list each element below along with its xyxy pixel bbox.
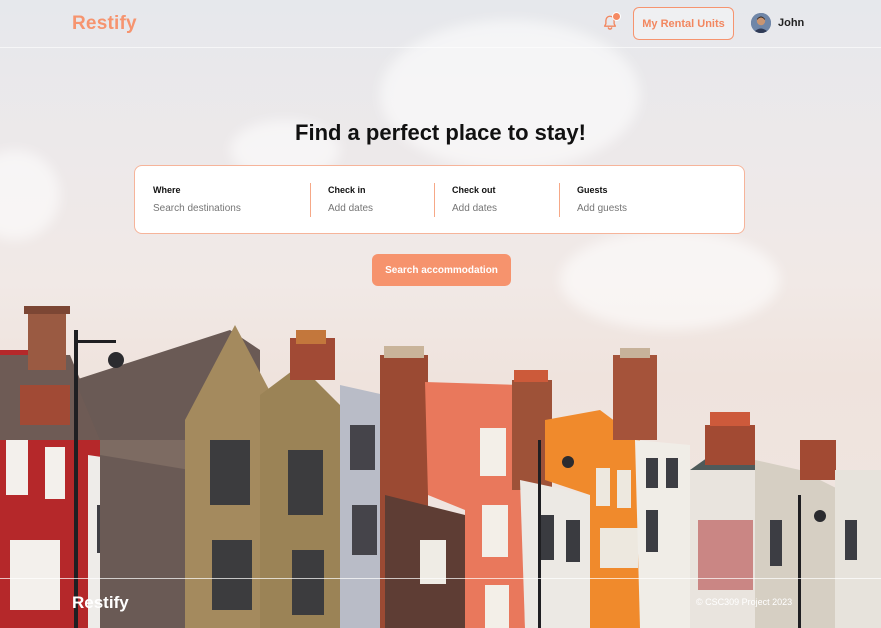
check-out-field[interactable]: Check out bbox=[452, 184, 542, 218]
field-divider bbox=[434, 183, 435, 217]
check-out-label: Check out bbox=[452, 185, 496, 195]
field-divider bbox=[310, 183, 311, 217]
notification-badge bbox=[612, 12, 621, 21]
guests-label: Guests bbox=[577, 185, 608, 195]
search-bar: Where Check in Check out Guests bbox=[134, 165, 745, 234]
page-title: Find a perfect place to stay! bbox=[295, 120, 586, 145]
user-avatar-icon bbox=[751, 13, 771, 33]
where-field[interactable]: Where bbox=[153, 184, 293, 218]
check-in-input[interactable] bbox=[328, 203, 418, 214]
top-nav: Restify My Rental Units John bbox=[0, 0, 881, 48]
logo[interactable]: Restify bbox=[72, 13, 137, 35]
my-rental-units-button[interactable]: My Rental Units bbox=[633, 7, 734, 40]
footer-copyright: © CSC309 Project 2023 bbox=[696, 597, 793, 607]
footer-divider bbox=[0, 578, 881, 579]
check-out-input[interactable] bbox=[452, 203, 542, 214]
check-in-label: Check in bbox=[328, 185, 366, 195]
background-houses-image bbox=[0, 306, 881, 628]
field-divider bbox=[559, 183, 560, 217]
where-input[interactable] bbox=[153, 203, 293, 214]
where-label: Where bbox=[153, 185, 181, 195]
check-in-field[interactable]: Check in bbox=[328, 184, 418, 218]
footer-logo: Restify bbox=[72, 593, 129, 612]
user-name[interactable]: John bbox=[778, 17, 804, 29]
avatar[interactable] bbox=[751, 13, 771, 33]
guests-field[interactable]: Guests bbox=[577, 184, 697, 218]
search-accommodation-button[interactable]: Search accommodation bbox=[372, 254, 511, 286]
guests-input[interactable] bbox=[577, 203, 697, 214]
